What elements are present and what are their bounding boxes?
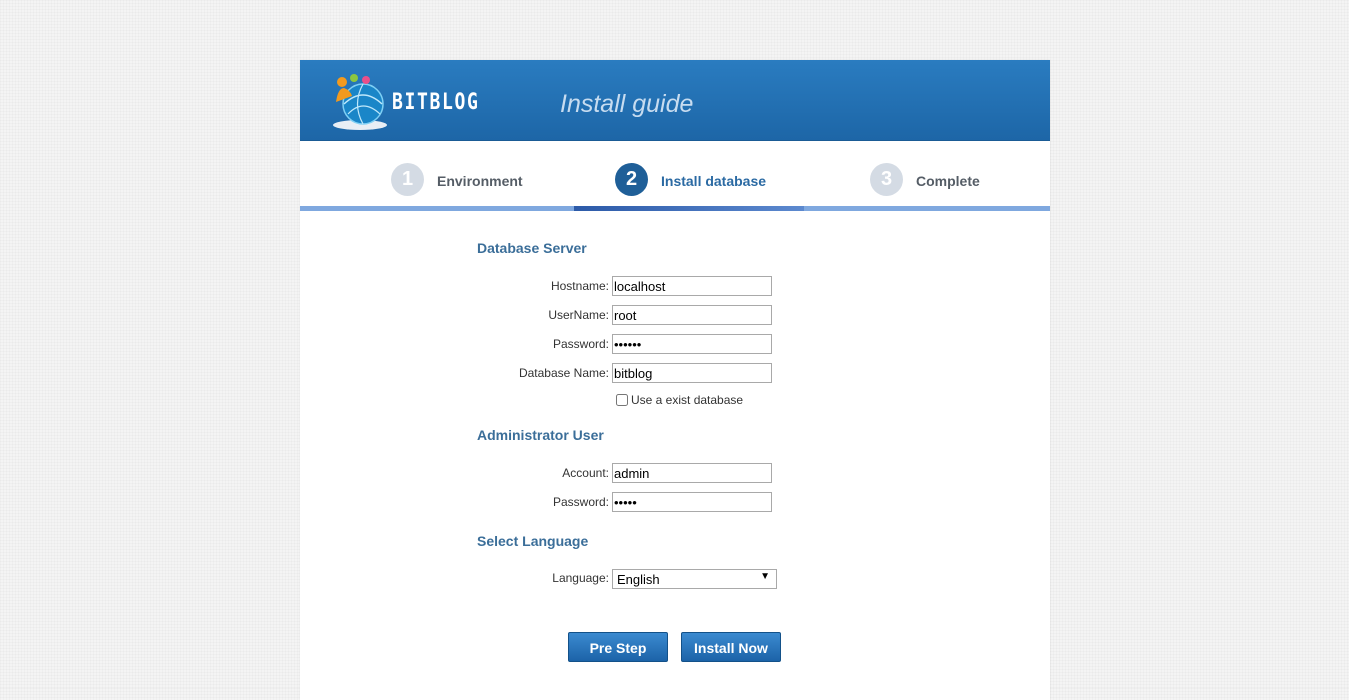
section-title-database-server: Database Server [477, 240, 587, 256]
bitblog-logo-icon [333, 74, 387, 130]
dropdown-arrow-icon: ▼ [760, 571, 770, 582]
progress-bar-active-segment [574, 206, 804, 211]
language-select[interactable]: English ▼ [612, 569, 777, 589]
pre-step-button[interactable]: Pre Step [568, 632, 668, 662]
step-label: Complete [916, 173, 980, 189]
account-label: Account: [562, 466, 609, 480]
section-title-select-language: Select Language [477, 533, 589, 549]
username-label: UserName: [548, 308, 609, 322]
use-exist-database-checkbox[interactable] [616, 394, 628, 406]
db-password-label: Password: [552, 337, 609, 351]
username-input[interactable] [612, 305, 772, 325]
section-title-administrator-user: Administrator User [477, 427, 604, 443]
install-panel: BITBLOG Install guide 1 Environment 2 In… [300, 60, 1050, 700]
use-exist-database-option[interactable]: Use a exist database [616, 393, 743, 407]
use-exist-database-label: Use a exist database [631, 393, 744, 407]
database-name-label: Database Name: [518, 366, 609, 380]
step-label: Install database [661, 173, 767, 189]
install-now-button[interactable]: Install Now [681, 632, 781, 662]
step-label: Environment [437, 173, 523, 189]
header-banner: BITBLOG Install guide [300, 60, 1050, 141]
language-label: Language: [552, 571, 609, 585]
language-selected-value: English [617, 572, 660, 587]
admin-password-label: Password: [552, 495, 609, 509]
step-number: 2 [615, 163, 648, 196]
admin-password-input[interactable] [612, 492, 772, 512]
hostname-label: Hostname: [550, 279, 609, 293]
database-name-input[interactable] [612, 363, 772, 383]
step-number: 1 [391, 163, 424, 196]
page-title: Install guide [560, 90, 694, 118]
progress-bar [300, 206, 1050, 211]
account-input[interactable] [612, 463, 772, 483]
db-password-input[interactable] [612, 334, 772, 354]
logo-text: BITBLOG [392, 90, 480, 115]
step-indicator: 1 Environment 2 Install database 3 Compl… [300, 141, 1050, 205]
step-number: 3 [870, 163, 903, 196]
hostname-input[interactable] [612, 276, 772, 296]
